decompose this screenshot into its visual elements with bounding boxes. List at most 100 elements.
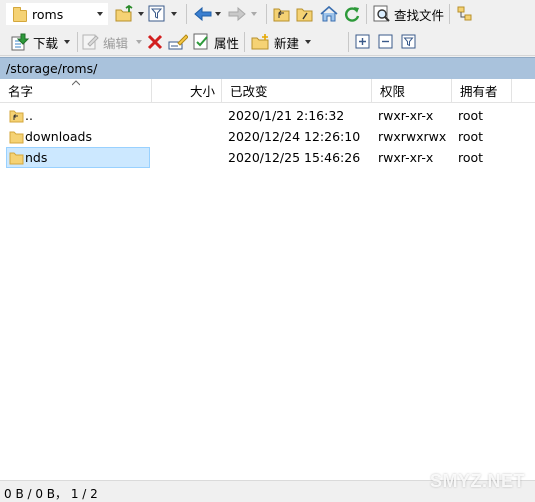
file-name: .. bbox=[25, 108, 33, 123]
root-folder-icon bbox=[296, 8, 313, 22]
home-directory-button[interactable] bbox=[319, 3, 339, 25]
download-label: 下载 bbox=[33, 35, 59, 51]
file-owner: root bbox=[458, 129, 484, 144]
unselect-files-button[interactable] bbox=[378, 31, 394, 53]
refresh-button[interactable] bbox=[343, 3, 361, 25]
file-size bbox=[152, 147, 216, 168]
chevron-down-icon[interactable] bbox=[305, 40, 312, 44]
toolbar-separator bbox=[77, 32, 78, 52]
column-header-modified[interactable]: 已改变 bbox=[222, 79, 372, 103]
file-size bbox=[152, 105, 216, 126]
arrow-left-icon bbox=[194, 6, 212, 22]
toolbar-separator bbox=[348, 32, 349, 52]
file-name: nds bbox=[25, 150, 48, 165]
refresh-icon bbox=[345, 7, 360, 22]
delete-button[interactable] bbox=[146, 31, 164, 53]
file-size bbox=[152, 126, 216, 147]
column-header-name[interactable]: 名字 bbox=[0, 79, 152, 103]
column-header-permissions-label: 权限 bbox=[380, 84, 406, 99]
chevron-down-icon[interactable] bbox=[215, 12, 221, 16]
folder-icon bbox=[9, 131, 24, 144]
parent-directory-button[interactable] bbox=[273, 3, 291, 25]
filter-box-icon bbox=[401, 34, 416, 49]
filter-select-button[interactable] bbox=[401, 31, 417, 53]
filter-button[interactable] bbox=[148, 3, 177, 25]
tree-icon bbox=[457, 6, 472, 21]
delete-icon bbox=[147, 34, 163, 50]
download-icon bbox=[11, 33, 30, 51]
edit-label: 编辑 bbox=[103, 35, 129, 51]
watermark: SMYZ.NET bbox=[430, 471, 526, 491]
chevron-down-icon[interactable] bbox=[251, 12, 257, 16]
current-path: /storage/roms/ bbox=[6, 61, 98, 76]
chevron-down-icon[interactable] bbox=[138, 12, 144, 16]
find-files-button[interactable]: 查找文件 bbox=[373, 3, 444, 25]
toolbar-separator bbox=[266, 4, 267, 24]
file-owner: root bbox=[458, 108, 484, 123]
path-combo[interactable]: roms bbox=[6, 3, 108, 25]
edit-icon bbox=[82, 34, 99, 50]
file-modified: 2020/1/21 2:16:32 bbox=[228, 108, 345, 123]
home-icon bbox=[320, 5, 338, 22]
properties-icon bbox=[193, 33, 208, 50]
path-bar[interactable]: /storage/roms/ bbox=[0, 57, 535, 79]
plus-box-icon bbox=[355, 34, 370, 49]
file-owner: root bbox=[458, 150, 484, 165]
toolbar-actions: 下载 编辑 属性 新建 bbox=[0, 28, 535, 56]
chevron-down-icon[interactable] bbox=[171, 12, 177, 16]
column-header-name-label: 名字 bbox=[8, 84, 34, 99]
minus-box-icon bbox=[378, 34, 393, 49]
column-header-owner-label: 拥有者 bbox=[460, 84, 498, 99]
file-row[interactable]: nds 2020/12/25 15:46:26 rwxr-xr-x root bbox=[0, 147, 535, 168]
file-modified: 2020/12/24 12:26:10 bbox=[228, 129, 361, 144]
toolbar-separator bbox=[449, 4, 450, 24]
edit-button[interactable]: 编辑 bbox=[82, 31, 143, 53]
new-button[interactable]: 新建 bbox=[251, 31, 312, 53]
sort-ascending-icon bbox=[72, 80, 80, 86]
toolbar-separator bbox=[186, 4, 187, 24]
parent-folder-icon bbox=[9, 110, 24, 123]
column-header-size[interactable]: 大小 bbox=[152, 79, 222, 103]
folder-icon bbox=[13, 6, 27, 22]
new-folder-icon bbox=[251, 34, 269, 50]
column-header-permissions[interactable]: 权限 bbox=[372, 79, 452, 103]
new-label: 新建 bbox=[274, 35, 300, 51]
root-directory-button[interactable] bbox=[296, 3, 314, 25]
tree-view-button[interactable] bbox=[456, 3, 474, 25]
chevron-down-icon[interactable] bbox=[136, 40, 143, 44]
file-permissions: rwxr-xr-x bbox=[378, 108, 434, 123]
column-header-modified-label: 已改变 bbox=[230, 84, 268, 99]
column-header-size-label: 大小 bbox=[189, 84, 215, 99]
column-header-row: 名字 大小 已改变 权限 拥有者 bbox=[0, 79, 535, 103]
file-row[interactable]: .. 2020/1/21 2:16:32 rwxr-xr-x root bbox=[0, 105, 535, 126]
file-list[interactable]: 名字 大小 已改变 权限 拥有者 .. 2020/1/21 2:16:32 rw… bbox=[0, 79, 535, 480]
status-text: 0 B / 0 B， 1 / 2 bbox=[4, 487, 98, 501]
toolbar-separator bbox=[366, 4, 367, 24]
folder-icon bbox=[9, 152, 24, 165]
parent-folder-icon bbox=[273, 8, 290, 22]
chevron-down-icon[interactable] bbox=[97, 12, 103, 16]
find-files-icon bbox=[373, 5, 390, 22]
column-header-owner[interactable]: 拥有者 bbox=[452, 79, 512, 103]
find-files-label: 查找文件 bbox=[394, 7, 445, 23]
arrow-right-icon bbox=[228, 6, 246, 22]
download-button[interactable]: 下载 bbox=[10, 31, 71, 53]
file-permissions: rwxr-xr-x bbox=[378, 150, 434, 165]
file-permissions: rwxrwxrwx bbox=[378, 129, 447, 144]
select-files-button[interactable] bbox=[355, 31, 371, 53]
file-modified: 2020/12/25 15:46:26 bbox=[228, 150, 361, 165]
open-folder-icon bbox=[115, 5, 133, 22]
file-name: downloads bbox=[25, 129, 92, 144]
properties-label: 属性 bbox=[214, 35, 240, 51]
back-button[interactable] bbox=[193, 3, 221, 25]
rename-icon bbox=[168, 34, 188, 50]
properties-button[interactable]: 属性 bbox=[193, 31, 239, 53]
chevron-down-icon[interactable] bbox=[64, 40, 71, 44]
toolbar-separator bbox=[244, 32, 245, 52]
toolbar-top: roms 查找文件 bbox=[0, 0, 535, 28]
open-directory-button[interactable] bbox=[114, 3, 144, 25]
forward-button[interactable] bbox=[227, 3, 257, 25]
rename-button[interactable] bbox=[168, 31, 188, 53]
path-combo-value: roms bbox=[32, 6, 64, 22]
file-row[interactable]: downloads 2020/12/24 12:26:10 rwxrwxrwx … bbox=[0, 126, 535, 147]
